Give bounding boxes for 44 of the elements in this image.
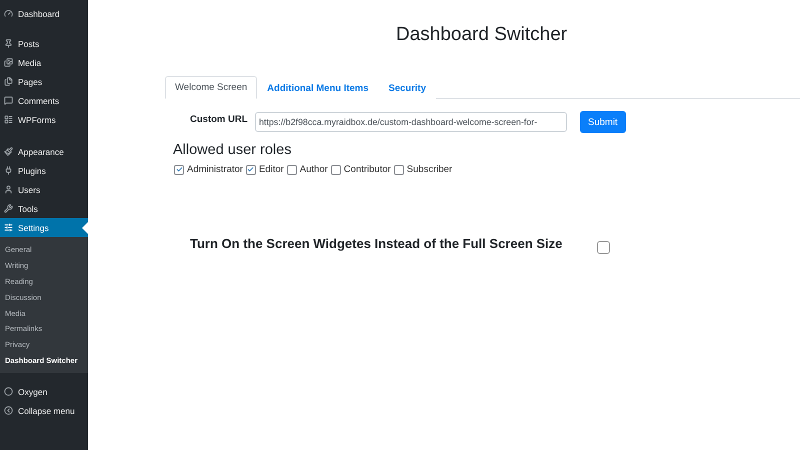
menu-icon [4, 9, 13, 18]
section-heading: Allowed user roles [173, 142, 292, 158]
checkbox[interactable] [286, 164, 297, 174]
page-title: Dashboard Switcher [396, 24, 568, 46]
menu-icon [4, 77, 13, 86]
sidebar-item[interactable]: Pages [0, 72, 88, 91]
menu-icon [4, 166, 13, 175]
checkbox-label: Subscriber [406, 164, 452, 175]
sidebar-item[interactable]: Collapse menu [0, 401, 88, 420]
menu-icon [4, 387, 13, 396]
menu-icon [4, 185, 13, 194]
sidebar-item[interactable]: Comments [0, 91, 88, 110]
menu-icon [4, 223, 13, 232]
sidebar-item[interactable]: Posts [0, 34, 88, 53]
submit-button[interactable]: Submit [580, 111, 626, 133]
sidebar-item[interactable]: Plugins [0, 161, 88, 180]
checkbox-label: Administrator [187, 164, 243, 175]
menu-icon [4, 96, 13, 105]
sidebar-item[interactable]: Settings [0, 218, 88, 237]
sidebar-item[interactable]: WPForms [0, 110, 88, 129]
option-label: Turn On the Screen Widgetes Instead of the Full Screen Size [190, 236, 564, 251]
url-field[interactable]: https://b2f98cca.myraidbox.de/custom-dashboard-welcome-screen-for- [255, 112, 567, 132]
sidebar-item[interactable]: Oxygen [0, 382, 88, 402]
sidebar-item[interactable]: Users [0, 180, 88, 199]
field-label: Custom URL [190, 114, 249, 124]
menu-icon [4, 147, 13, 156]
checkbox-label: Contributor [344, 164, 391, 175]
menu-icon [4, 58, 13, 67]
menu-icon [4, 39, 13, 48]
checkbox[interactable] [330, 164, 341, 174]
sidebar-item[interactable]: Appearance [0, 142, 88, 161]
menu-icon [4, 204, 13, 213]
checkbox[interactable] [246, 164, 256, 174]
sidebar-item[interactable]: Media [0, 53, 88, 72]
checkbox[interactable] [174, 164, 184, 174]
tab[interactable]: Welcome Screen [165, 76, 258, 99]
checkbox-label: Editor [258, 164, 284, 175]
sidebar-item[interactable]: Tools [0, 199, 88, 218]
menu-icon [4, 115, 13, 124]
checkbox[interactable] [597, 241, 610, 254]
sidebar-item[interactable]: Dashboard [0, 4, 88, 23]
checkbox[interactable] [394, 164, 404, 174]
checkbox-label: Author [300, 164, 328, 175]
menu-icon [4, 406, 13, 416]
